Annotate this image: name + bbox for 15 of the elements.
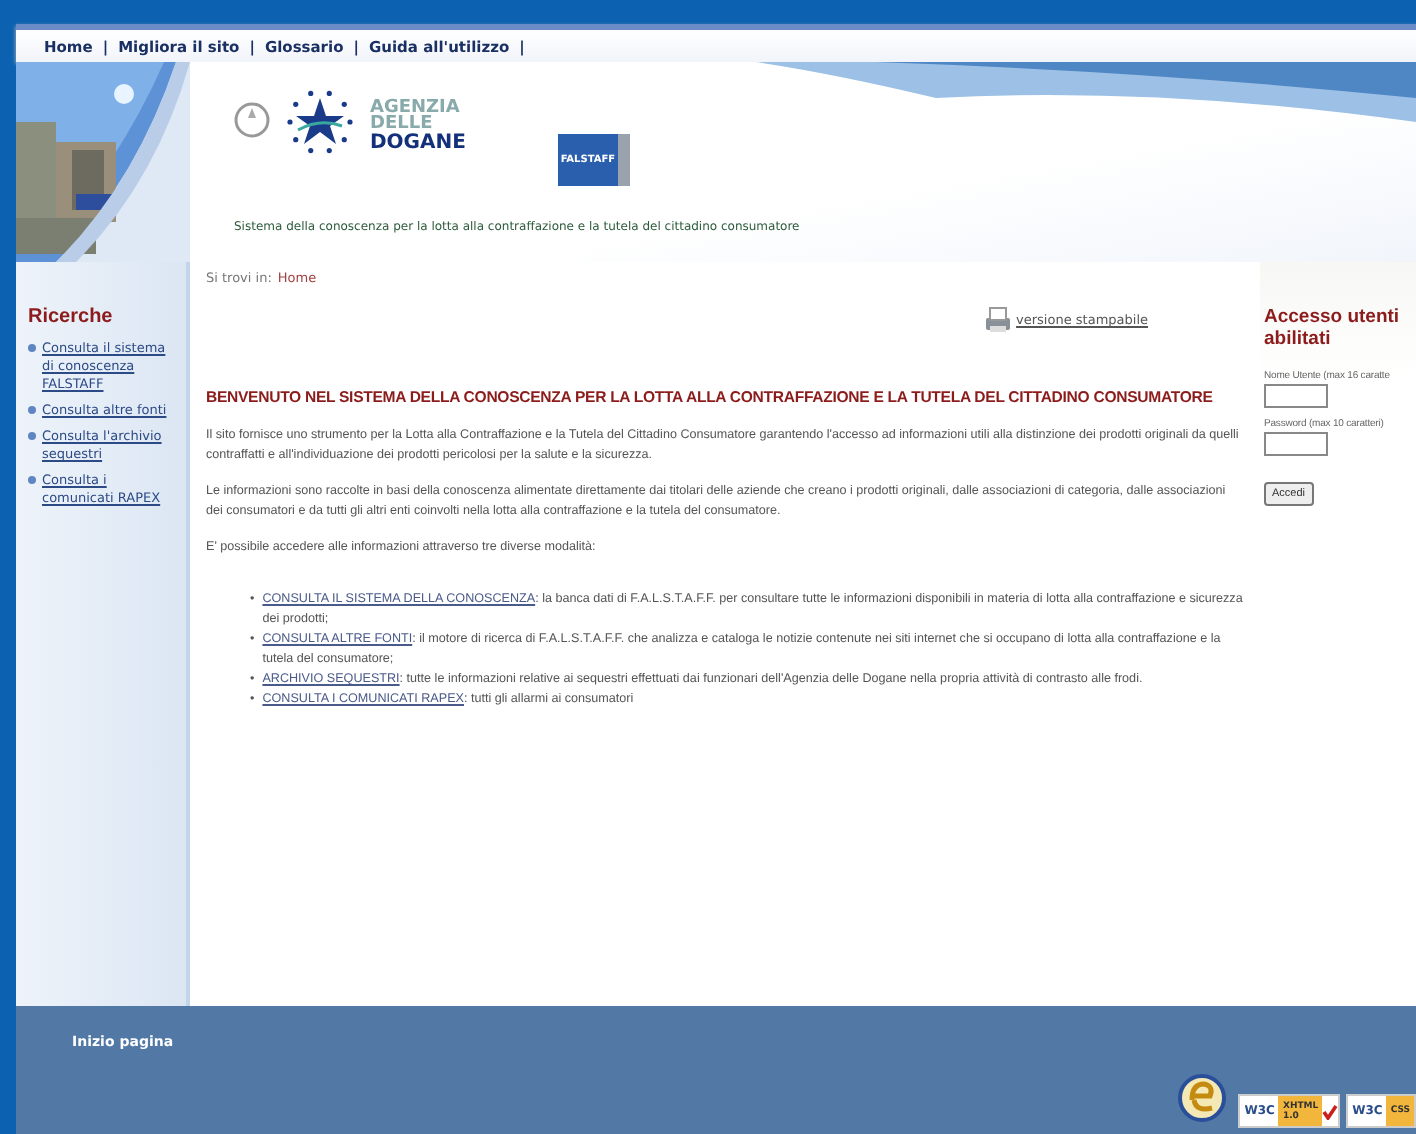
bullet-icon [28,432,36,440]
agency-logo-text: DELLE [370,116,433,132]
input-field[interactable] [1264,384,1328,408]
agency-logo-text: DOGANE [370,132,466,154]
check-icon [1322,1103,1339,1119]
login-title: Accesso utenti abilitati [1264,306,1402,350]
sidebar-title: Ricerche [28,306,115,328]
agency-logo-text: AGENZIA [370,100,462,116]
input-field[interactable] [1264,432,1328,456]
printer-icon [984,306,1013,334]
emblem-icon [234,98,270,142]
bullet-icon [28,344,36,352]
e-logo-icon [1176,1072,1229,1128]
bullet-icon [28,406,36,414]
bullet-icon [28,476,36,484]
